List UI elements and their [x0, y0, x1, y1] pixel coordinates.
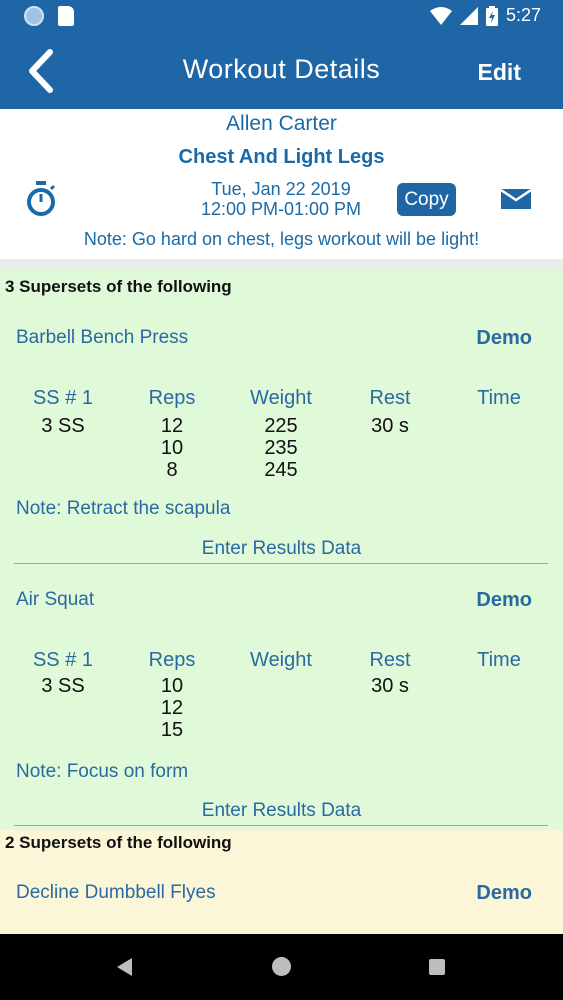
column-header-time: Time [477, 649, 521, 671]
weight-value: 245 [264, 459, 298, 481]
exercise-separator [14, 825, 548, 826]
reps-values: 12 10 8 [117, 415, 227, 481]
nav-home-icon[interactable] [272, 957, 291, 976]
app-bar: Workout Details Edit [0, 34, 563, 109]
copy-button[interactable]: Copy [397, 183, 456, 216]
superset-group: 2 Supersets of the following Decline Dum… [0, 830, 563, 934]
rest-value: 30 s [371, 415, 409, 437]
workout-datetime: Tue, Jan 22 2019 12:00 PM-01:00 PM [180, 179, 382, 219]
sets-value: 3 SS [41, 415, 85, 437]
reps-value: 10 [160, 437, 184, 459]
reps-value: 8 [166, 459, 178, 481]
exercise-name[interactable]: Decline Dumbbell Flyes [16, 882, 216, 904]
status-time: 5:27 [505, 5, 541, 25]
column-header-weight: Weight [250, 387, 312, 409]
column-header-reps: Reps [148, 387, 196, 409]
enter-results-button[interactable]: Enter Results Data [0, 538, 563, 560]
exercise-separator [14, 563, 548, 564]
edit-button[interactable]: Edit [478, 59, 521, 86]
demo-button[interactable]: Demo [476, 327, 532, 350]
back-arrow-icon[interactable] [22, 48, 62, 94]
cell-signal-icon [459, 6, 478, 25]
column-header-rest: Rest [369, 387, 411, 409]
weight-value: 225 [264, 415, 298, 437]
reps-value: 12 [160, 415, 184, 437]
exercise-note: Note: Retract the scapula [16, 498, 231, 519]
notification-icon [24, 6, 44, 26]
reps-value: 12 [160, 697, 184, 719]
client-name: Allen Carter [226, 112, 337, 135]
demo-button[interactable]: Demo [476, 589, 532, 612]
wifi-icon [429, 6, 452, 25]
exercise-name[interactable]: Barbell Bench Press [16, 327, 188, 349]
nav-back-icon[interactable] [117, 958, 132, 976]
sd-card-icon [58, 6, 74, 26]
workout-date: Tue, Jan 22 2019 [211, 179, 351, 199]
workout-time-range: 12:00 PM-01:00 PM [200, 199, 362, 219]
stopwatch-icon[interactable] [24, 181, 58, 217]
exercise-note: Note: Focus on form [16, 761, 189, 782]
reps-values: 10 12 15 [117, 675, 227, 741]
workout-header: Allen Carter Chest And Light Legs Tue, J… [0, 109, 563, 259]
column-header-ss: SS # 1 [32, 649, 94, 671]
reps-value: 15 [160, 719, 184, 741]
superset-group: 3 Supersets of the following Barbell Ben… [0, 270, 563, 830]
rest-value: 30 s [371, 675, 409, 697]
exercise-name[interactable]: Air Squat [16, 589, 94, 611]
status-bar: 5:27 [0, 0, 563, 34]
column-header-reps: Reps [148, 649, 196, 671]
sets-value: 3 SS [41, 675, 85, 697]
column-header-rest: Rest [369, 649, 411, 671]
demo-button[interactable]: Demo [476, 882, 532, 905]
weight-value: 235 [264, 437, 298, 459]
workout-name: Chest And Light Legs [178, 146, 385, 168]
section-divider [0, 259, 563, 270]
battery-icon [485, 5, 498, 26]
superset-title: 3 Supersets of the following [5, 277, 232, 296]
workout-note: Note: Go hard on chest, legs workout wil… [83, 229, 480, 249]
enter-results-button[interactable]: Enter Results Data [0, 800, 563, 822]
weight-values: 225 235 245 [226, 415, 336, 481]
superset-title: 2 Supersets of the following [5, 833, 232, 852]
reps-value: 10 [160, 675, 184, 697]
column-header-time: Time [477, 387, 521, 409]
column-header-ss: SS # 1 [32, 387, 94, 409]
mail-icon[interactable] [501, 187, 531, 211]
nav-recents-icon[interactable] [429, 959, 445, 975]
column-header-weight: Weight [250, 649, 312, 671]
